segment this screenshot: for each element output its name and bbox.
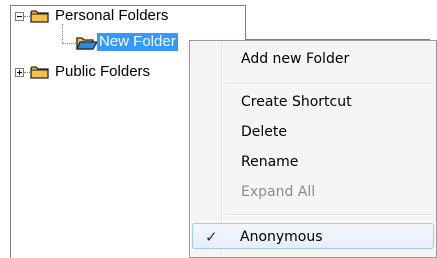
menu-item-label: Add new Folder bbox=[241, 51, 350, 67]
tree-item-new-folder[interactable]: New Folder bbox=[97, 33, 178, 51]
menu-item-label: Create Shortcut bbox=[241, 94, 352, 110]
collapse-toggle-icon[interactable] bbox=[15, 12, 24, 21]
folder-icon bbox=[30, 10, 49, 23]
folder-icon bbox=[30, 66, 49, 79]
menu-item-label: Rename bbox=[241, 154, 299, 170]
context-menu: Add new Folder Create Shortcut Delete Re… bbox=[189, 40, 437, 258]
tree-item-personal-folders[interactable]: Personal Folders bbox=[55, 6, 168, 26]
tree-item-public-folders[interactable]: Public Folders bbox=[55, 62, 150, 82]
menu-item-expand-all[interactable]: Expand All bbox=[192, 179, 432, 205]
open-folder-icon bbox=[76, 37, 98, 50]
menu-item-label: Delete bbox=[241, 124, 287, 140]
expand-toggle-icon[interactable] bbox=[15, 68, 24, 77]
menu-separator bbox=[226, 83, 432, 85]
menu-item-label: Expand All bbox=[241, 184, 316, 200]
menu-item-label: Anonymous bbox=[240, 229, 323, 245]
menu-separator bbox=[226, 214, 432, 216]
column-pane bbox=[245, 5, 430, 40]
tree-connector bbox=[62, 24, 64, 44]
menu-item-add-new-folder[interactable]: Add new Folder bbox=[192, 46, 432, 72]
menu-item-delete[interactable]: Delete bbox=[192, 119, 432, 145]
menu-item-rename[interactable]: Rename bbox=[192, 149, 432, 175]
menu-item-anonymous[interactable]: ✓ Anonymous bbox=[192, 223, 434, 249]
tree-connector bbox=[62, 43, 76, 45]
menu-item-create-shortcut[interactable]: Create Shortcut bbox=[192, 89, 432, 115]
checkmark-icon: ✓ bbox=[205, 228, 218, 246]
